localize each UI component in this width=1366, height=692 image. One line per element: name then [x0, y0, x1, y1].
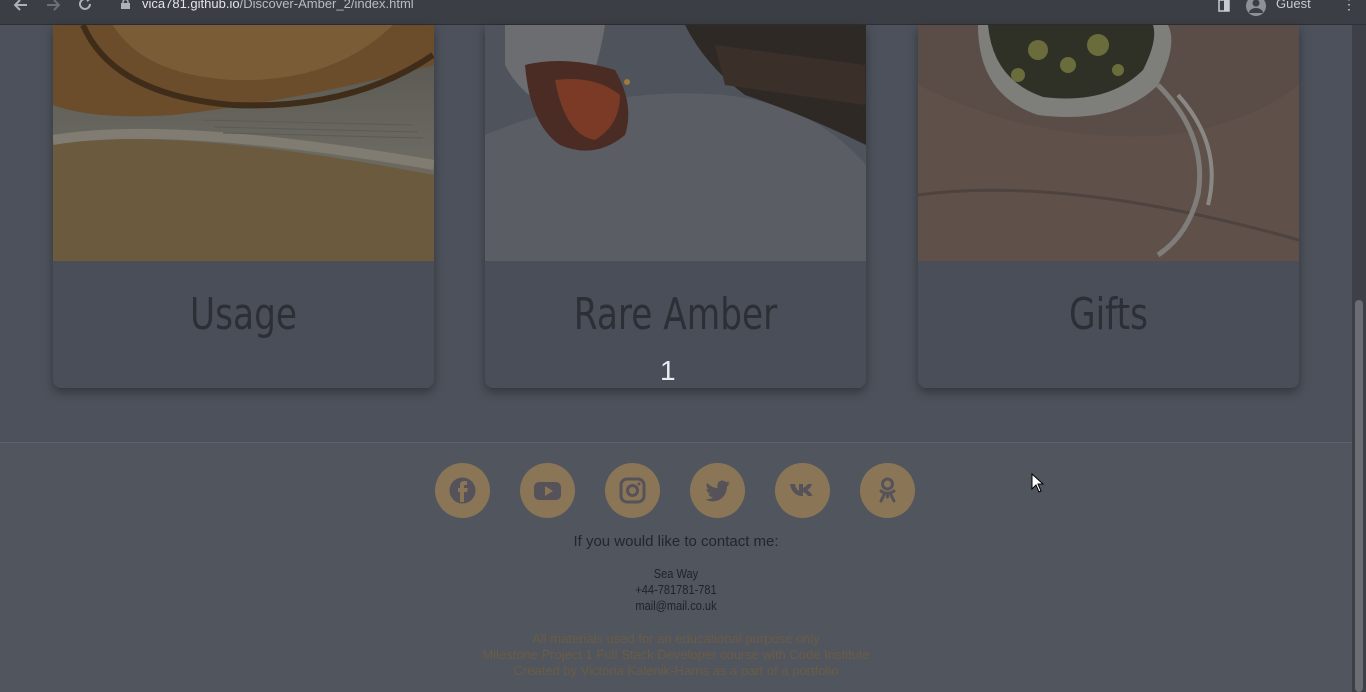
social-links [435, 463, 925, 519]
violin-photo [53, 25, 434, 261]
forward-arrow-icon[interactable] [46, 0, 60, 12]
back-arrow-icon[interactable] [14, 0, 28, 12]
profile-avatar-icon[interactable] [1246, 0, 1266, 16]
vk-link[interactable] [775, 463, 830, 518]
scrollbar-thumb[interactable] [1355, 300, 1363, 692]
contact-address: Sea Way [653, 566, 699, 581]
rare-amber-card[interactable]: Rare Amber [485, 25, 866, 388]
cards-section: Usage Rare Amber Gifts 1 [0, 25, 1352, 442]
copyright-line: Created by Victoria Kalenik-Harris as a … [513, 663, 839, 678]
url-path: /Discover-Amber_2/index.html [239, 0, 414, 11]
contact-email[interactable]: mail@mail.co.uk [101, 598, 1250, 613]
copyright-line: Milestone Project 1 Full Stack Developer… [482, 647, 870, 662]
instagram-icon [619, 477, 646, 504]
lock-icon[interactable] [121, 0, 130, 9]
card-title: Usage [190, 289, 297, 340]
facebook-link[interactable] [435, 463, 490, 518]
contact-phone[interactable]: +44-781781-781 [101, 582, 1250, 597]
browser-toolbar: vica781.github.io/Discover-Amber_2/index… [0, 0, 1366, 25]
footer: If you would like to contact me: Sea Way… [0, 442, 1352, 692]
odnoklassniki-link[interactable] [860, 463, 915, 518]
url-host: vica781.github.io [142, 0, 240, 11]
side-panel-icon[interactable] [1218, 0, 1230, 12]
odnoklassniki-icon [879, 477, 896, 503]
copyright-line: All materials used for an educational pu… [532, 631, 820, 646]
browser-menu-icon[interactable]: ⋮ [1342, 0, 1356, 13]
profile-label[interactable]: Guest [1276, 0, 1311, 11]
mouse-cursor-icon [1031, 473, 1045, 493]
reload-icon[interactable] [78, 0, 92, 11]
page-scrollbar[interactable] [1352, 25, 1366, 692]
instagram-link[interactable] [605, 463, 660, 518]
address-bar[interactable]: vica781.github.io/Discover-Amber_2/index… [142, 0, 414, 11]
twitter-icon [705, 480, 730, 502]
facebook-icon [449, 477, 476, 504]
card-title: Gifts [1069, 289, 1148, 340]
youtube-link[interactable] [520, 463, 575, 518]
usage-card[interactable]: Usage [53, 25, 434, 388]
vk-icon [790, 484, 813, 496]
twitter-link[interactable] [690, 463, 745, 518]
contact-heading: If you would like to contact me: [573, 533, 779, 550]
gifts-card[interactable]: Gifts [918, 25, 1299, 388]
amber-photo [485, 25, 866, 261]
ring-photo [918, 25, 1299, 261]
page-number: 1 [660, 355, 676, 386]
card-title: Rare Amber [573, 289, 778, 340]
youtube-icon [534, 482, 561, 500]
